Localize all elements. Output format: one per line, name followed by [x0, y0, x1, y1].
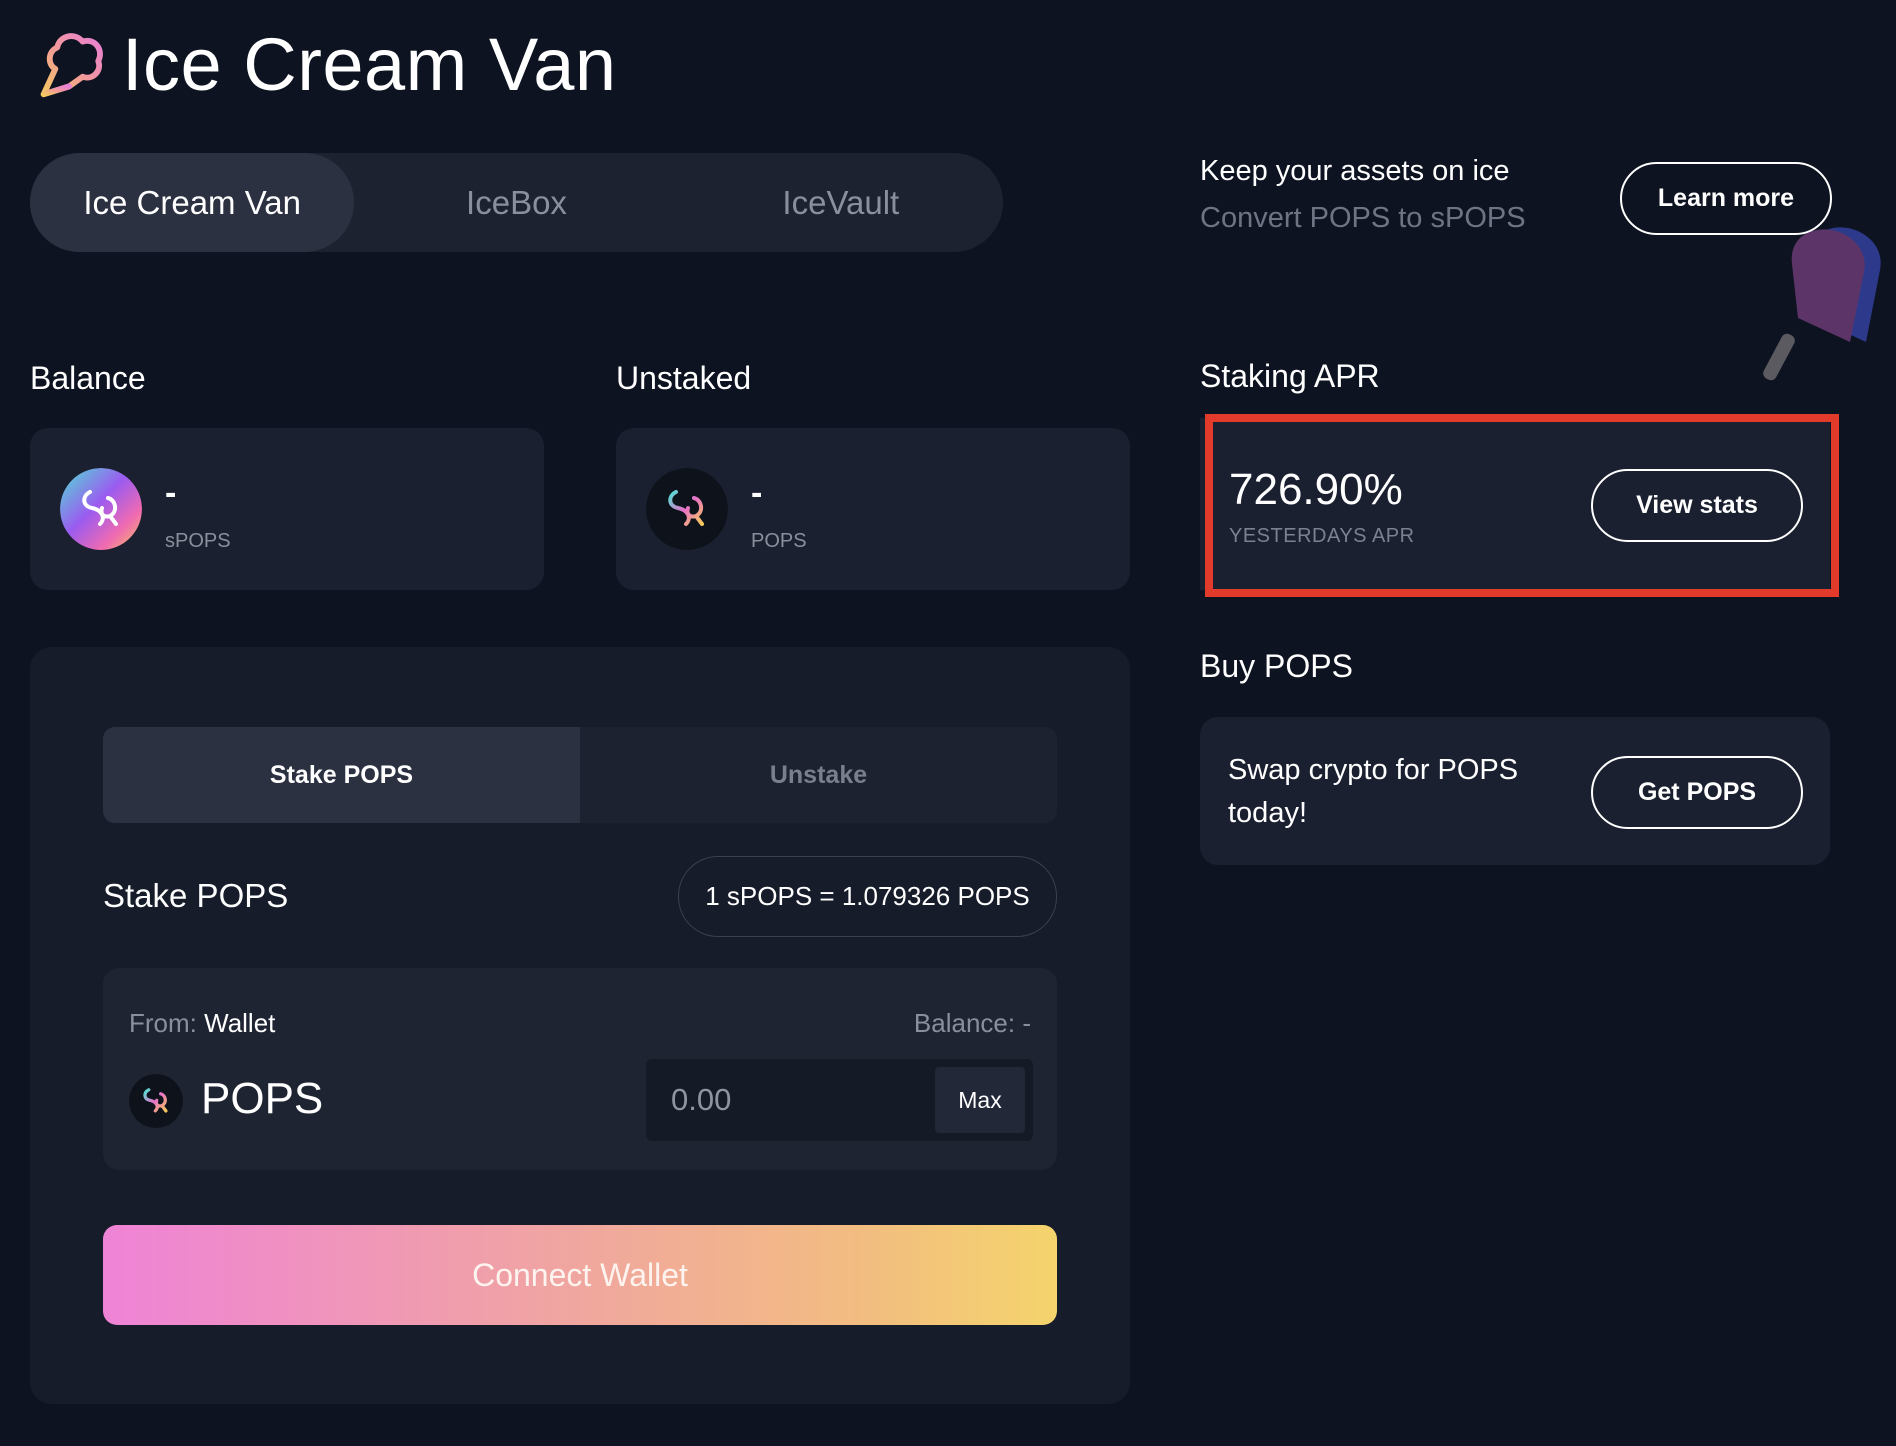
pops-token-icon — [129, 1074, 183, 1128]
from-token-name: POPS — [201, 1074, 324, 1123]
amount-input-wrap: Max — [646, 1059, 1033, 1141]
view-stats-button[interactable]: View stats — [1591, 469, 1803, 542]
tab-ice-cream-van[interactable]: Ice Cream Van — [30, 153, 355, 252]
promo-title: Keep your assets on ice — [1200, 155, 1510, 187]
balance-label: Balance — [30, 360, 146, 396]
buy-text: Swap crypto for POPS today! — [1228, 754, 1519, 829]
promo: Keep your assets on ice Convert POPS to … — [1200, 155, 1526, 235]
from-box: From: Wallet Balance: - POPS Max — [103, 968, 1057, 1170]
tab-unstake[interactable]: Unstake — [580, 727, 1057, 823]
buy-pops-label: Buy POPS — [1200, 648, 1353, 684]
get-pops-button[interactable]: Get POPS — [1591, 756, 1803, 829]
header: Ice Cream Van — [30, 22, 617, 107]
page: Ice Cream Van Ice Cream Van IceBox IceVa… — [0, 0, 1896, 1446]
apr-sublabel: YESTERDAYS APR — [1229, 525, 1415, 547]
stake-mode-tabs: Stake POPS Unstake — [103, 727, 1057, 823]
from-label: From: Wallet — [129, 1008, 275, 1039]
promo-subtitle: Convert POPS to sPOPS — [1200, 202, 1526, 234]
spops-token-icon — [60, 468, 142, 550]
tab-stake-pops[interactable]: Stake POPS — [103, 727, 580, 823]
nav-tabs: Ice Cream Van IceBox IceVault — [30, 153, 1003, 252]
from-balance: Balance: - — [913, 1008, 1031, 1038]
tab-icevault[interactable]: IceVault — [679, 153, 1003, 252]
app-title: Ice Cream Van — [122, 23, 617, 106]
ice-cream-logo-icon — [40, 32, 103, 97]
tab-icebox[interactable]: IceBox — [354, 153, 678, 252]
connect-wallet-button[interactable]: Connect Wallet — [103, 1225, 1057, 1325]
balance-unit: sPOPS — [165, 530, 231, 552]
max-button[interactable]: Max — [935, 1067, 1025, 1133]
balance-value: - — [165, 474, 177, 512]
amount-input[interactable] — [646, 1059, 926, 1141]
from-source: Wallet — [204, 1008, 276, 1038]
unstaked-unit: POPS — [751, 530, 807, 552]
stake-panel: Stake POPS Unstake Stake POPS 1 sPOPS = … — [30, 647, 1130, 1404]
unstaked-card: - POPS — [616, 428, 1130, 590]
unstaked-label: Unstaked — [616, 360, 752, 396]
pops-token-icon — [646, 468, 728, 550]
apr-value: 726.90% — [1229, 465, 1403, 514]
exchange-rate-badge: 1 sPOPS = 1.079326 POPS — [678, 856, 1057, 937]
unstaked-value: - — [751, 474, 763, 512]
from-prefix: From: — [129, 1008, 197, 1038]
balance-card: - sPOPS — [30, 428, 544, 590]
stake-title: Stake POPS — [103, 877, 289, 914]
staking-apr-label: Staking APR — [1200, 358, 1380, 394]
popsicle-icon — [1763, 227, 1881, 381]
